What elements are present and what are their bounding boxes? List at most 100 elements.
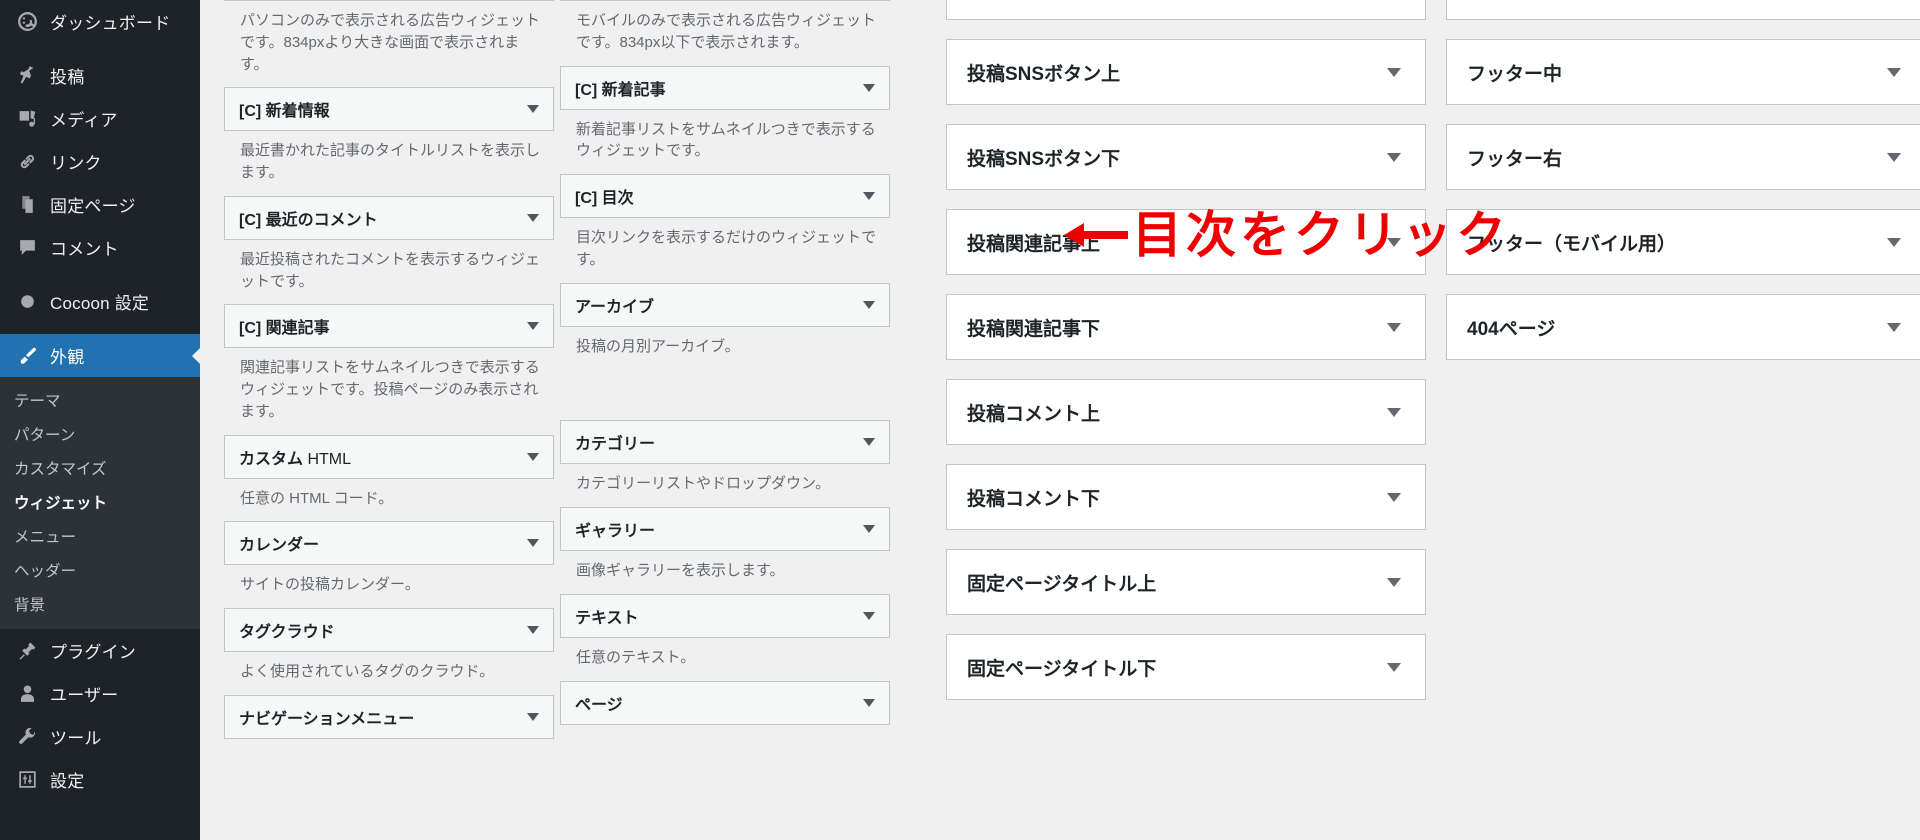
widget-card: モバイルのみで表示される広告ウィジェットです。834px以下で表示されます。	[560, 0, 890, 66]
chevron-down-icon[interactable]	[527, 322, 539, 331]
widget-area-accordion[interactable]: 投稿関連記事上	[946, 209, 1426, 275]
sidebar-item-users[interactable]: ユーザー	[0, 672, 200, 715]
sidebar-subitem-header[interactable]: ヘッダー	[0, 553, 200, 587]
widget-card-header[interactable]: [C] 関連記事	[224, 304, 554, 349]
sidebar-item-appearance[interactable]: 外観	[0, 334, 200, 377]
chevron-down-icon[interactable]	[1387, 493, 1401, 502]
widget-area-accordion[interactable]: フッター左	[1446, 0, 1920, 20]
widget-area-accordion[interactable]: フッター（モバイル用）	[1446, 209, 1920, 275]
sidebar-item-links[interactable]: リンク	[0, 140, 200, 183]
widget-card-title: ギャラリー	[575, 523, 656, 540]
sidebar-separator	[0, 323, 200, 334]
sidebar-item-tools[interactable]: ツール	[0, 715, 200, 758]
chevron-down-icon[interactable]	[863, 525, 875, 533]
admin-screen: ダッシュボード 投稿 メディア リンク 固定ページ コメント Cocoon 設定…	[0, 0, 1920, 840]
chevron-down-icon[interactable]	[1887, 153, 1901, 162]
widget-area-accordion[interactable]: 404ページ	[1446, 294, 1920, 360]
widget-card-header[interactable]	[224, 0, 554, 1]
widget-area-accordion[interactable]: フッター中	[1446, 39, 1920, 105]
sidebar-item-label: 設定	[50, 772, 85, 791]
widget-card-description: 投稿の月別アーカイブ。	[576, 337, 740, 355]
chevron-down-icon[interactable]	[527, 105, 539, 114]
widget-area-accordion[interactable]: 投稿コメント下	[946, 464, 1426, 530]
widgets-page-main: パソコンのみで表示される広告ウィジェットです。834pxより大きな画面で表示され…	[200, 0, 1920, 840]
widget-card-header[interactable]: [C] 最近のコメント	[224, 195, 554, 240]
chevron-down-icon[interactable]	[1387, 578, 1401, 587]
widget-area-accordion[interactable]: 固定ページタイトル下	[946, 634, 1426, 700]
sidebar-item-plugins[interactable]: プラグイン	[0, 629, 200, 672]
sidebar-item-settings[interactable]: 設定	[0, 758, 200, 801]
chevron-down-icon[interactable]	[1887, 238, 1901, 247]
widget-area-title: 404ページ	[1467, 318, 1556, 340]
chevron-down-icon[interactable]	[527, 626, 539, 634]
appearance-brush-icon	[14, 343, 40, 369]
chevron-down-icon[interactable]	[1387, 238, 1401, 247]
widget-area-title: 投稿SNSボタン上	[967, 63, 1121, 85]
chevron-down-icon[interactable]	[1387, 68, 1401, 77]
widget-card-header[interactable]: テキスト	[560, 593, 890, 638]
chevron-down-icon[interactable]	[1887, 68, 1901, 77]
tools-wrench-icon	[14, 724, 40, 750]
sidebar-subitem-widgets[interactable]: ウィジェット	[0, 485, 200, 519]
widget-card-header[interactable]: カスタム HTML	[224, 434, 554, 479]
chevron-down-icon[interactable]	[527, 539, 539, 548]
widget-card-header[interactable]: [C] 新着情報	[224, 87, 554, 132]
widget-card-description: 最近書かれた記事のタイトルリストを表示します。	[240, 142, 541, 181]
sidebar-subitem-background[interactable]: 背景	[0, 587, 200, 621]
widget-area-title: 投稿本文下	[967, 0, 1062, 1]
widget-card-header[interactable]: [C] 目次	[560, 174, 890, 218]
sidebar-subitem-patterns[interactable]: パターン	[0, 417, 200, 451]
widget-card-title: [C] 新着記事	[575, 81, 666, 99]
sidebar-item-pages[interactable]: 固定ページ	[0, 183, 200, 226]
widget-card: [C] 新着記事 新着記事リストをサムネイルつきで表示するウィジェットです。	[560, 65, 890, 175]
widget-card: タグクラウド よく使用されているタグのクラウド。	[224, 608, 554, 695]
widget-card-header[interactable]: ページ	[560, 680, 890, 725]
chevron-down-icon[interactable]	[863, 83, 875, 92]
widget-area-title: フッター右	[1467, 148, 1563, 170]
sidebar-subitem-menus[interactable]: メニュー	[0, 519, 200, 553]
chevron-down-icon[interactable]	[863, 611, 875, 620]
widget-card-header[interactable]: カテゴリー	[560, 420, 890, 465]
widget-card-header[interactable]: アーカイブ	[560, 282, 890, 327]
widget-area-accordion[interactable]: 投稿コメント上	[946, 379, 1426, 445]
widget-area-accordion[interactable]: フッター右	[1446, 124, 1920, 190]
widget-area-accordion[interactable]: 投稿関連記事下	[946, 294, 1426, 360]
settings-sliders-icon	[14, 767, 40, 793]
sidebar-item-comments[interactable]: コメント	[0, 226, 200, 269]
widget-card-header[interactable]: タグクラウド	[224, 608, 554, 652]
chevron-down-icon[interactable]	[863, 192, 875, 200]
widget-card-title: [C] 目次	[575, 190, 634, 207]
widget-card-header[interactable]: ナビゲーションメニュー	[224, 694, 554, 739]
widget-card-header[interactable]: カレンダー	[224, 521, 554, 566]
sidebar-item-label: ユーザー	[50, 686, 119, 705]
sidebar-subitem-customize[interactable]: カスタマイズ	[0, 451, 200, 485]
chevron-down-icon[interactable]	[1387, 153, 1401, 162]
chevron-down-icon[interactable]	[1387, 323, 1401, 332]
post-pin-icon	[14, 63, 40, 89]
widget-area-accordion[interactable]: 投稿本文下	[946, 0, 1426, 20]
chevron-down-icon[interactable]	[1387, 408, 1401, 417]
chevron-down-icon[interactable]	[527, 452, 539, 461]
widget-card-title: ページ	[575, 696, 623, 714]
chevron-down-icon[interactable]	[863, 698, 875, 707]
chevron-down-icon[interactable]	[1887, 323, 1901, 332]
widget-card-description: 目次リンクを表示するだけのウィジェットです。	[576, 229, 877, 268]
sidebar-item-media[interactable]: メディア	[0, 97, 200, 140]
chevron-down-icon[interactable]	[527, 712, 539, 721]
chevron-down-icon[interactable]	[1387, 663, 1401, 672]
chevron-down-icon[interactable]	[863, 438, 875, 447]
chevron-down-icon[interactable]	[527, 213, 539, 222]
sidebar-item-dashboard[interactable]: ダッシュボード	[0, 0, 200, 43]
widget-area-accordion[interactable]: 固定ページタイトル上	[946, 549, 1426, 615]
sidebar-item-posts[interactable]: 投稿	[0, 54, 200, 97]
widget-card-header[interactable]	[560, 0, 890, 1]
widget-area-title: 投稿コメント下	[967, 488, 1101, 510]
widget-card-header[interactable]: [C] 新着記事	[560, 65, 890, 110]
sidebar-item-cocoon-settings[interactable]: Cocoon 設定	[0, 280, 200, 323]
widget-area-accordion[interactable]: 投稿SNSボタン下	[946, 124, 1426, 190]
sidebar-subitem-themes[interactable]: テーマ	[0, 383, 200, 417]
chevron-down-icon[interactable]	[863, 300, 875, 309]
widget-card: テキスト 任意のテキスト。	[560, 593, 890, 681]
widget-card-header[interactable]: ギャラリー	[560, 507, 890, 551]
widget-area-accordion[interactable]: 投稿SNSボタン上	[946, 39, 1426, 105]
